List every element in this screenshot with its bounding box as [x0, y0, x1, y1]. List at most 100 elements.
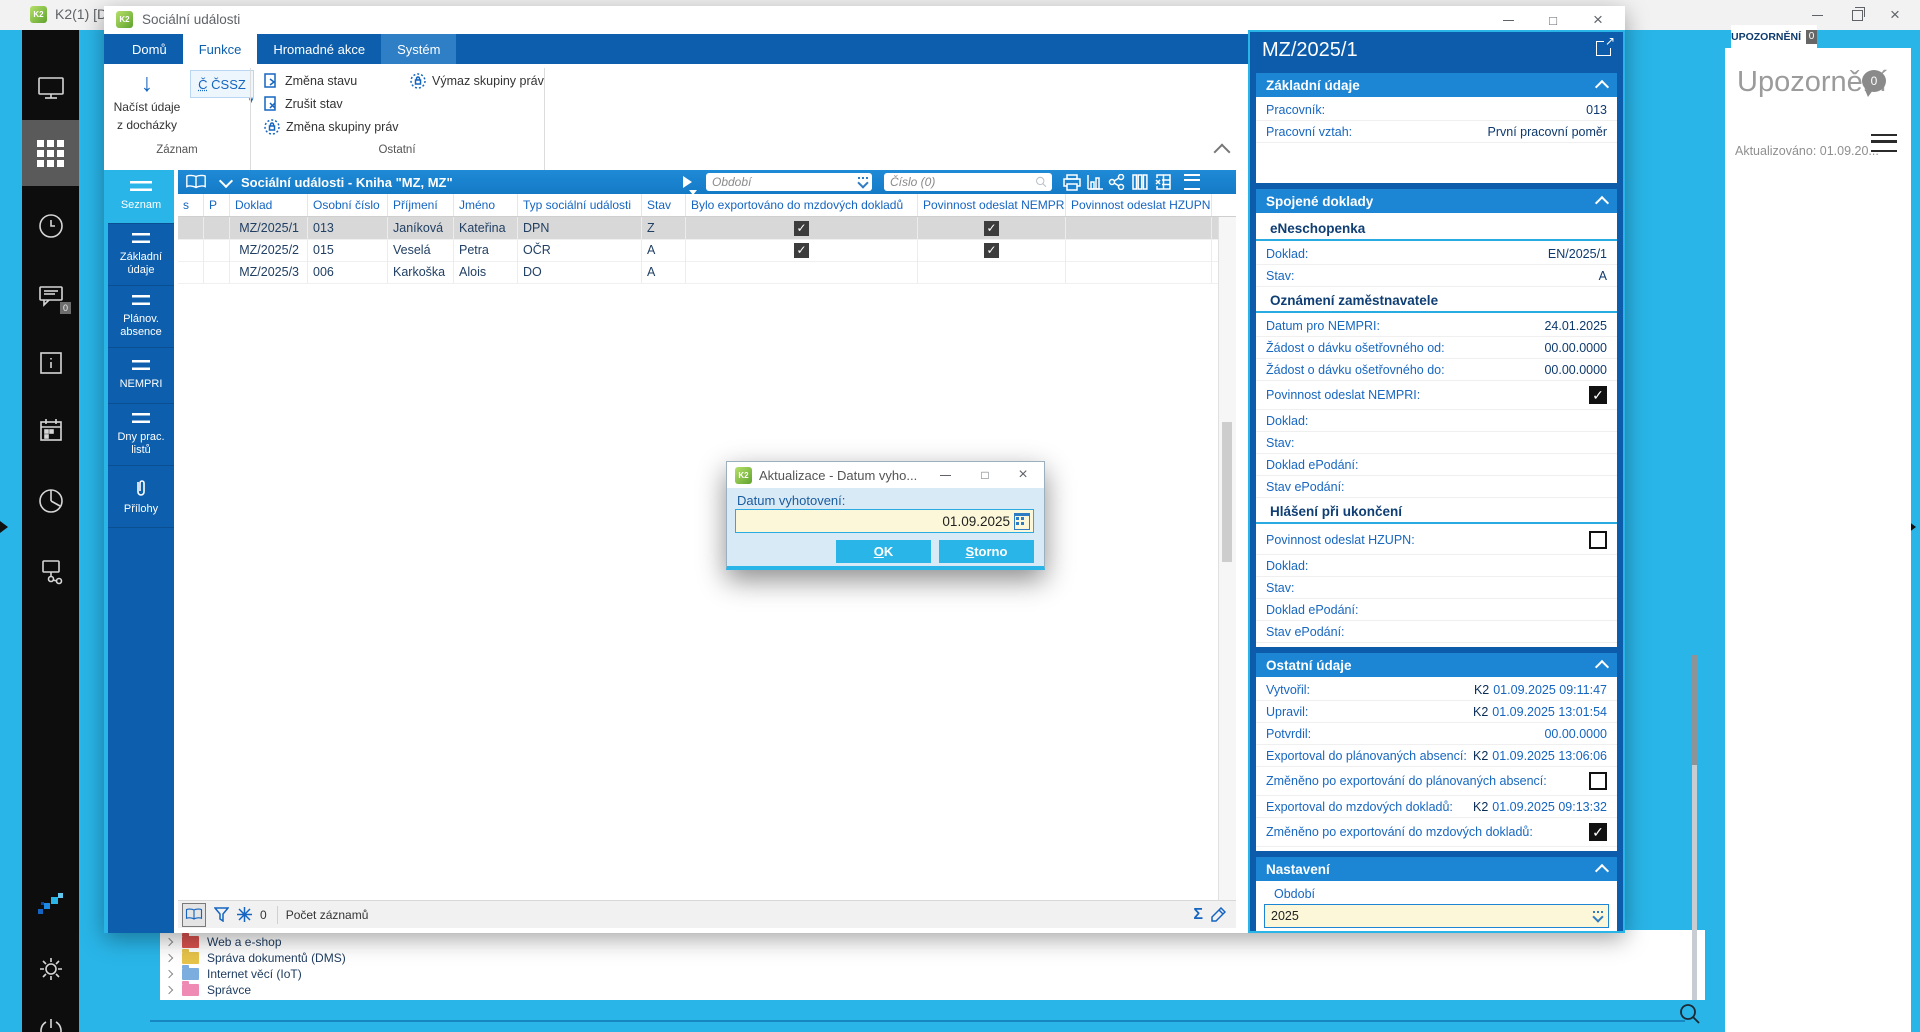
- excel-export-icon[interactable]: [1152, 172, 1172, 192]
- history-clock-icon[interactable]: [22, 198, 79, 254]
- number-filter[interactable]: [884, 173, 1052, 191]
- freeze-icon[interactable]: [237, 907, 252, 922]
- tree-item[interactable]: Správa dokumentů (DMS): [164, 949, 346, 966]
- book-icon[interactable]: [185, 174, 207, 190]
- side-tab-zakladni-udaje[interactable]: Základní údaje: [108, 224, 174, 286]
- notifications-menu-icon[interactable]: [1871, 134, 1897, 152]
- scrollbar-thumb[interactable]: [1222, 422, 1232, 562]
- column-header-osobni-cislo[interactable]: Osobní číslo: [308, 194, 388, 216]
- date-input[interactable]: [736, 512, 1014, 530]
- tab-funkce[interactable]: Funkce: [182, 34, 258, 64]
- table-row[interactable]: MZ/2025/1 013 Janíková Kateřina DPN Z ✓ …: [178, 217, 1236, 240]
- pie-chart-icon[interactable]: [22, 473, 79, 529]
- tree-item[interactable]: Web a e-shop: [164, 933, 282, 950]
- search-icon[interactable]: [1678, 1002, 1702, 1031]
- sum-icon[interactable]: Σ: [1193, 906, 1203, 924]
- collapse-ribbon-chevron-icon[interactable]: [1213, 143, 1231, 161]
- chevron-down-icon[interactable]: [218, 173, 234, 188]
- table-row[interactable]: MZ/2025/3 006 Karkoška Alois DO A ✓ ✓ ✓: [178, 261, 1236, 284]
- checkbox-unchecked[interactable]: [1589, 772, 1607, 790]
- dropdown-caret-icon[interactable]: ▼: [247, 96, 255, 105]
- desktop-icon[interactable]: [22, 60, 79, 116]
- column-header-exportovano[interactable]: Bylo exportováno do mzdových dokladů: [686, 194, 918, 216]
- expand-chevron-icon[interactable]: [164, 937, 174, 947]
- tree-item-label[interactable]: Web a e-shop: [207, 935, 282, 949]
- column-header-doklad[interactable]: Doklad: [230, 194, 308, 216]
- scrollbar-thumb[interactable]: [1692, 655, 1697, 765]
- dropdown-icon[interactable]: [857, 177, 869, 189]
- period-combo-input[interactable]: [1269, 908, 1592, 924]
- chart-icon[interactable]: [1085, 172, 1105, 192]
- tab-system[interactable]: Systém: [381, 34, 457, 64]
- edit-pencil-icon[interactable]: [1211, 907, 1226, 922]
- collapse-chevron-icon[interactable]: [1594, 659, 1610, 675]
- collapse-chevron-icon[interactable]: [1594, 79, 1610, 95]
- window-maximize-button[interactable]: □: [1536, 9, 1570, 31]
- checkbox-unchecked[interactable]: [1589, 531, 1607, 549]
- column-header-jmeno[interactable]: Jméno: [454, 194, 518, 216]
- date-field[interactable]: [735, 509, 1034, 533]
- dialog-minimize-button[interactable]: [930, 464, 960, 486]
- expand-chevron-icon[interactable]: [164, 953, 174, 963]
- window-close-button[interactable]: ×: [1581, 9, 1615, 31]
- column-header-nempri[interactable]: Povinnost odeslat NEMPRI: [918, 194, 1066, 216]
- dialog-maximize-button[interactable]: □: [970, 464, 1000, 486]
- columns-icon[interactable]: [1130, 172, 1150, 192]
- delete-rights-group-button[interactable]: Výmaz skupiny práv: [410, 71, 544, 91]
- modules-grid-icon[interactable]: [22, 120, 79, 186]
- side-tab-prilohy[interactable]: Přílohy: [108, 466, 174, 528]
- change-rights-group-button[interactable]: Změna skupiny práv: [264, 117, 399, 137]
- settings-gear-icon[interactable]: [22, 941, 79, 997]
- calendar-picker-icon[interactable]: [1014, 512, 1030, 530]
- column-header-p[interactable]: P: [204, 194, 230, 216]
- tree-item-label[interactable]: Internet věcí (IoT): [207, 967, 302, 981]
- checkbox-checked[interactable]: ✓: [1589, 823, 1607, 841]
- minimize-button[interactable]: [1800, 4, 1834, 26]
- outer-scrollbar[interactable]: [1692, 655, 1697, 1000]
- dialog-close-button[interactable]: ×: [1008, 464, 1038, 486]
- open-external-icon[interactable]: ↗: [1596, 34, 1615, 56]
- calendar-icon[interactable]: [22, 402, 79, 458]
- side-tab-seznam[interactable]: Seznam: [108, 170, 174, 224]
- notifications-tab[interactable]: UPOZORNĚNÍ 0: [1731, 25, 1817, 48]
- collapse-chevron-icon[interactable]: [1594, 195, 1610, 211]
- load-attendance-button[interactable]: ↓ Načíst údaje z docházky: [112, 68, 182, 142]
- share-analysis-icon[interactable]: [1107, 172, 1127, 192]
- window-minimize-button[interactable]: [1491, 9, 1525, 31]
- column-header-hzupn[interactable]: Povinnost odeslat HZUPN: [1066, 194, 1212, 216]
- checkbox-checked[interactable]: ✓: [1589, 386, 1607, 404]
- table-row[interactable]: MZ/2025/2 015 Veselá Petra OČR A ✓ ✓ ✓: [178, 239, 1236, 262]
- tree-item-label[interactable]: Správce: [207, 983, 251, 997]
- change-status-button[interactable]: Změna stavu: [264, 71, 357, 91]
- grid-scrollbar[interactable]: [1218, 217, 1236, 900]
- expand-chevron-icon[interactable]: [164, 985, 174, 995]
- grid-menu-icon[interactable]: [1182, 172, 1202, 192]
- left-edge-expander[interactable]: [0, 521, 8, 533]
- print-icon[interactable]: [1062, 172, 1082, 192]
- column-header-s[interactable]: s: [178, 194, 204, 216]
- period-filter-input[interactable]: [710, 174, 858, 190]
- info-icon[interactable]: [22, 335, 79, 391]
- cancel-status-button[interactable]: Zrušit stav: [264, 94, 343, 114]
- ok-button[interactable]: OK: [836, 540, 931, 563]
- tree-item[interactable]: Internet věcí (IoT): [164, 965, 302, 982]
- filter-button[interactable]: [214, 907, 229, 922]
- dropdown-icon[interactable]: [1592, 911, 1604, 923]
- number-filter-input[interactable]: [888, 174, 1036, 190]
- play-filter-icon[interactable]: [683, 176, 697, 195]
- book-view-button[interactable]: [182, 902, 206, 927]
- period-filter[interactable]: [706, 173, 872, 191]
- network-icon[interactable]: [22, 544, 79, 600]
- restore-button[interactable]: [1840, 4, 1874, 26]
- global-search-field[interactable]: [150, 1020, 1685, 1022]
- collapse-chevron-icon[interactable]: [1594, 863, 1610, 879]
- side-tab-nempri[interactable]: NEMPRI: [108, 348, 174, 404]
- column-header-typ[interactable]: Typ sociální události: [518, 194, 642, 216]
- column-header-prijmeni[interactable]: Příjmení: [388, 194, 454, 216]
- messages-icon[interactable]: 0: [22, 268, 79, 324]
- tab-domu[interactable]: Domů: [116, 34, 183, 64]
- close-button[interactable]: ×: [1878, 4, 1912, 26]
- side-tab-dny-prac-listu[interactable]: Dny prac. listů: [108, 404, 174, 466]
- column-header-stav[interactable]: Stav: [642, 194, 686, 216]
- record-count-label[interactable]: Počet záznamů: [286, 908, 369, 922]
